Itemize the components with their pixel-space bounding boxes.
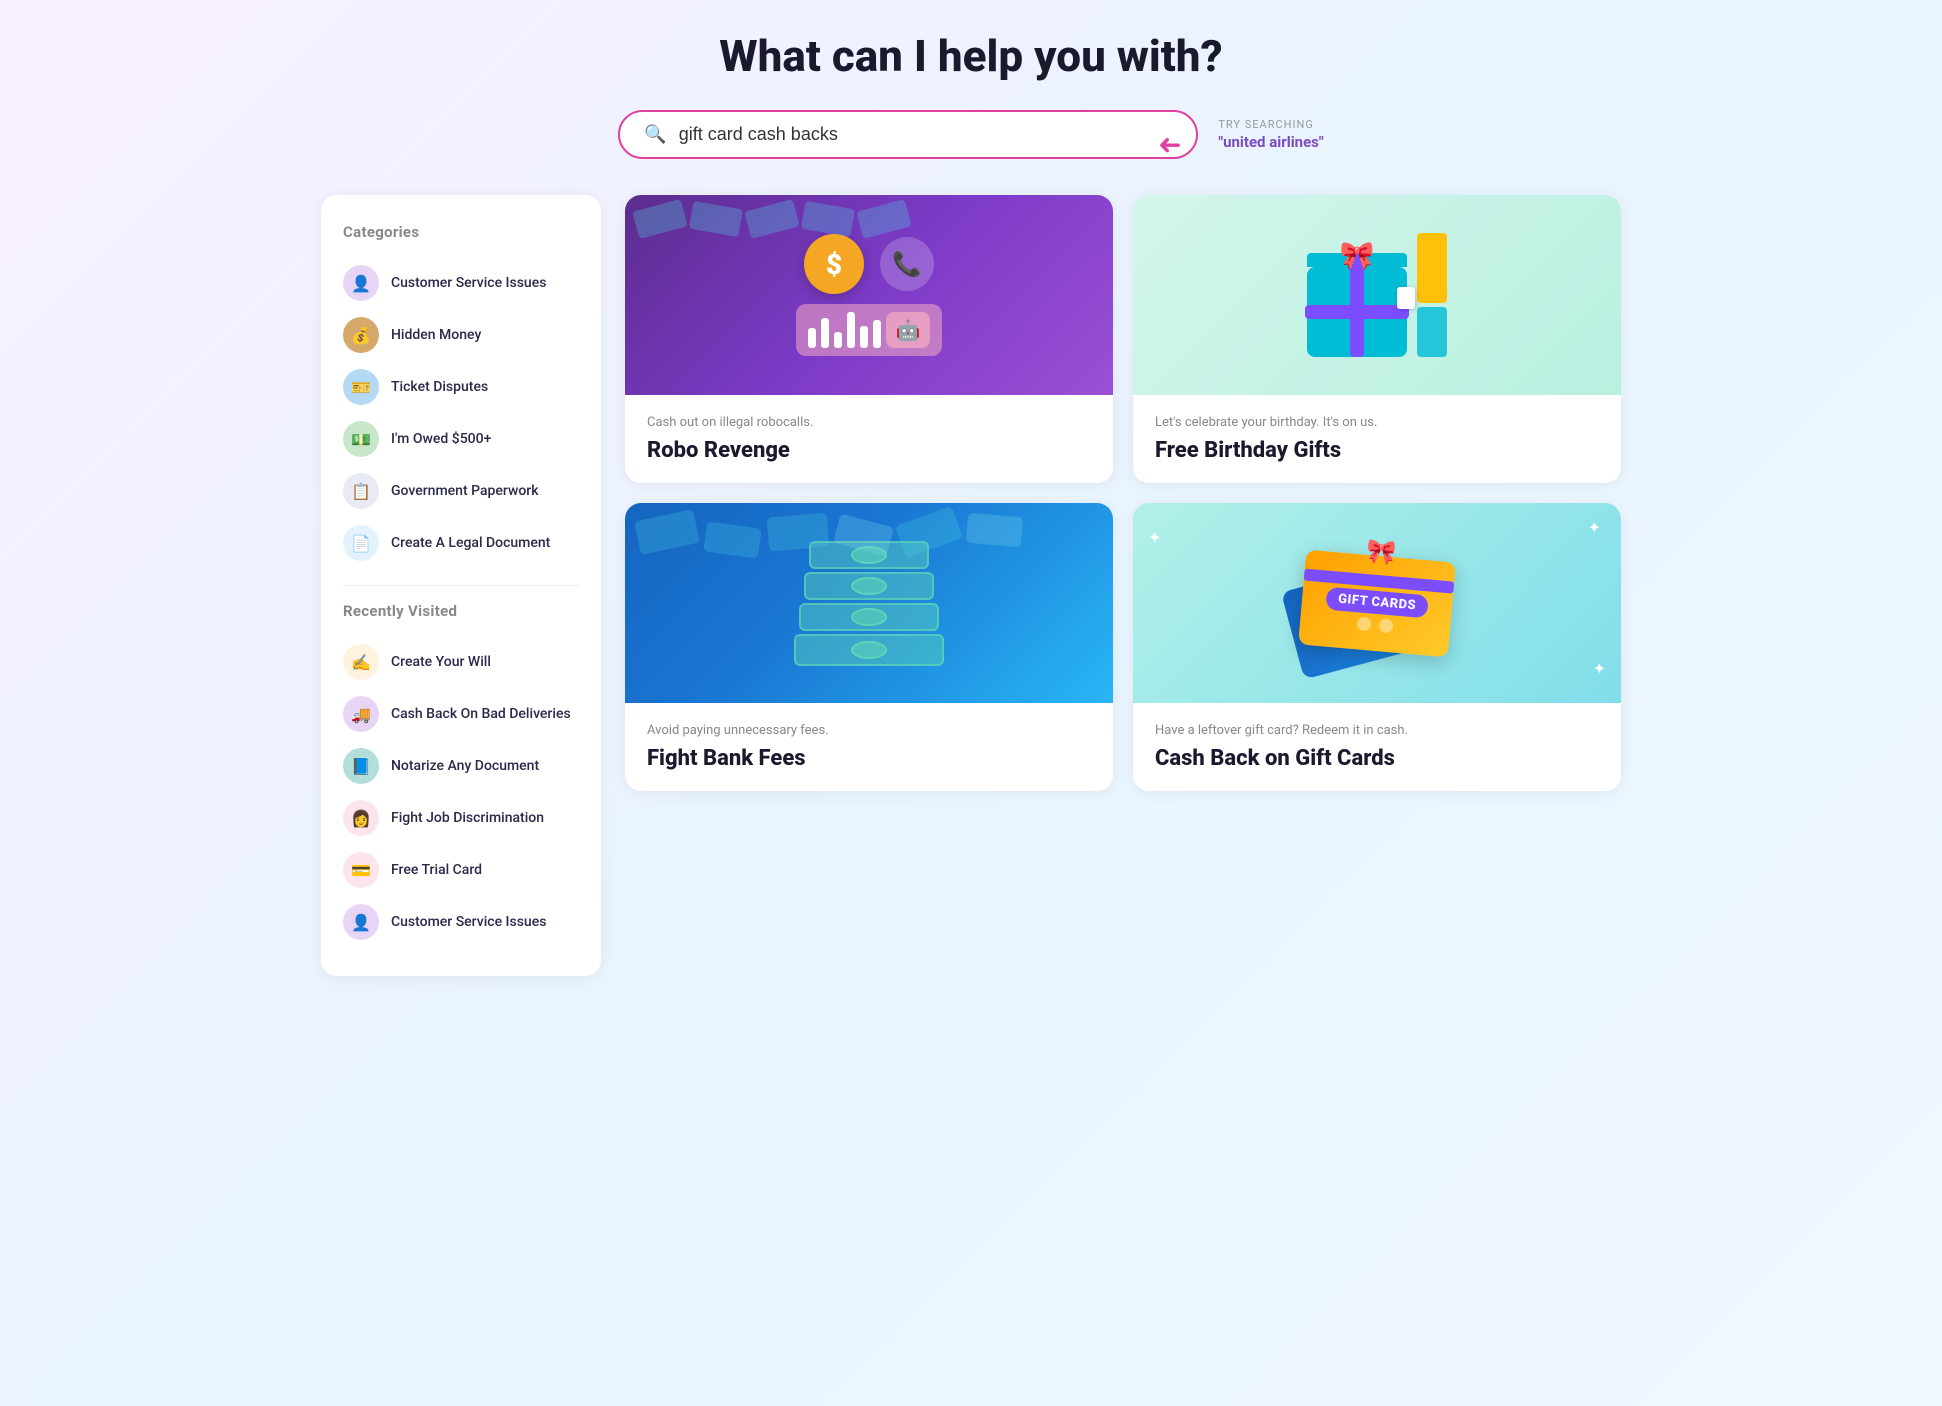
sidebar-item-fight-job-discrimination[interactable]: 👩 Fight Job Discrimination xyxy=(343,792,579,844)
sidebar-label: Notarize Any Document xyxy=(391,757,539,775)
sidebar-label: Free Trial Card xyxy=(391,861,482,879)
card-cash-back-gift-cards-title: Cash Back on Gift Cards xyxy=(1155,746,1599,771)
card-fight-bank-fees-description: Avoid paying unnecessary fees. xyxy=(647,723,1091,738)
giftcard-visual: GIFT CARDS 🎀 ✦ ✦ ✦ xyxy=(1133,503,1621,703)
book-teal xyxy=(1417,307,1447,357)
sidebar-item-cash-back-deliveries[interactable]: 🚚 Cash Back On Bad Deliveries xyxy=(343,688,579,740)
sparkle-3: ✦ xyxy=(1148,528,1161,547)
sparkle-1: ✦ xyxy=(1588,518,1601,537)
card-robo-revenge-body: Cash out on illegal robocalls. Robo Reve… xyxy=(625,395,1113,483)
sidebar-label: Government Paperwork xyxy=(391,482,539,500)
sidebar-item-free-trial-card[interactable]: 💳 Free Trial Card xyxy=(343,844,579,896)
sidebar-label: Customer Service Issues xyxy=(391,913,546,931)
sidebar: Categories 👤 Customer Service Issues 💰 H… xyxy=(321,195,601,976)
card-free-birthday-description: Let's celebrate your birthday. It's on u… xyxy=(1155,415,1599,430)
card-free-birthday-image: 🎀 xyxy=(1133,195,1621,395)
book-yellow xyxy=(1417,233,1447,303)
card-robo-revenge-title: Robo Revenge xyxy=(647,438,1091,463)
card-free-birthday-body: Let's celebrate your birthday. It's on u… xyxy=(1133,395,1621,483)
sidebar-item-customer-service-issues[interactable]: 👤 Customer Service Issues xyxy=(343,257,579,309)
sidebar-label: Ticket Disputes xyxy=(391,378,488,396)
sidebar-icon-cash-back-deliveries: 🚚 xyxy=(343,696,379,732)
sidebar-icon-hidden-money: 💰 xyxy=(343,317,379,353)
bg-decoration xyxy=(625,195,1113,395)
gift-bow: 🎀 xyxy=(1340,239,1375,272)
card-cash-back-gift-cards-description: Have a leftover gift card? Redeem it in … xyxy=(1155,723,1599,738)
card-fight-bank-fees-body: Avoid paying unnecessary fees. Fight Ban… xyxy=(625,703,1113,791)
sidebar-label: Create A Legal Document xyxy=(391,534,550,552)
sidebar-icon-notarize-document: 📘 xyxy=(343,748,379,784)
gift-visual: 🎀 xyxy=(1307,233,1447,357)
gc-circle-1 xyxy=(1357,616,1372,631)
sidebar-icon-customer-service-recent: 👤 xyxy=(343,904,379,940)
categories-title: Categories xyxy=(343,223,579,241)
sidebar-label: I'm Owed $500+ xyxy=(391,430,491,448)
card-robo-revenge-image: $ 📞 🤖 xyxy=(625,195,1113,395)
sidebar-divider xyxy=(343,585,579,586)
page-wrapper: What can I help you with? 🔍 ➜ TRY SEARCH… xyxy=(321,30,1621,976)
arrow-icon: ➜ xyxy=(1158,128,1181,161)
gc-circles xyxy=(1357,616,1394,633)
card-fight-bank-fees[interactable]: Avoid paying unnecessary fees. Fight Ban… xyxy=(625,503,1113,791)
card-free-birthday[interactable]: 🎀 Let's celebrate your birthday. It's on… xyxy=(1133,195,1621,483)
search-area: 🔍 ➜ TRY SEARCHING "united airlines" xyxy=(321,110,1621,159)
sidebar-item-customer-service-issues-recent[interactable]: 👤 Customer Service Issues xyxy=(343,896,579,948)
sidebar-icon-government-paperwork: 📋 xyxy=(343,473,379,509)
money-bg-decoration xyxy=(625,503,1113,703)
sidebar-item-legal-document[interactable]: 📄 Create A Legal Document xyxy=(343,517,579,569)
sidebar-label: Hidden Money xyxy=(391,326,481,344)
card-cash-back-gift-cards[interactable]: GIFT CARDS 🎀 ✦ ✦ ✦ Have a leftove xyxy=(1133,503,1621,791)
try-searching-hint: ➜ TRY SEARCHING "united airlines" xyxy=(1218,118,1323,151)
search-input[interactable] xyxy=(679,124,1173,145)
card-robo-revenge-description: Cash out on illegal robocalls. xyxy=(647,415,1091,430)
gift-box-wrap: 🎀 xyxy=(1307,267,1407,357)
gift-stack xyxy=(1417,233,1447,357)
search-icon: 🔍 xyxy=(644,124,666,145)
sidebar-item-government-paperwork[interactable]: 📋 Government Paperwork xyxy=(343,465,579,517)
gc-badge-label: GIFT CARDS xyxy=(1325,586,1429,618)
sidebar-icon-fight-job-discrimination: 👩 xyxy=(343,800,379,836)
card-fight-bank-fees-title: Fight Bank Fees xyxy=(647,746,1091,771)
sidebar-item-ticket-disputes[interactable]: 🎫 Ticket Disputes xyxy=(343,361,579,413)
sidebar-icon-owed-money: 💵 xyxy=(343,421,379,457)
sidebar-item-create-your-will[interactable]: ✍️ Create Your Will xyxy=(343,636,579,688)
sidebar-item-notarize-document[interactable]: 📘 Notarize Any Document xyxy=(343,740,579,792)
card-free-birthday-title: Free Birthday Gifts xyxy=(1155,438,1599,463)
card-cash-back-gift-cards-body: Have a leftover gift card? Redeem it in … xyxy=(1133,703,1621,791)
gc-ribbon-horizontal xyxy=(1304,568,1454,593)
sidebar-label: Create Your Will xyxy=(391,653,491,671)
card-fight-bank-fees-image xyxy=(625,503,1113,703)
sidebar-label: Fight Job Discrimination xyxy=(391,809,544,827)
content-grid: $ 📞 🤖 xyxy=(625,195,1621,791)
sparkle-2: ✦ xyxy=(1593,659,1606,678)
gc-bow: 🎀 xyxy=(1365,536,1397,566)
sidebar-label: Cash Back On Bad Deliveries xyxy=(391,705,571,723)
try-searching-label: TRY SEARCHING xyxy=(1218,118,1314,131)
sidebar-icon-legal-document: 📄 xyxy=(343,525,379,561)
gc-circle-2 xyxy=(1379,618,1394,633)
gift-tag xyxy=(1397,287,1415,309)
sidebar-label: Customer Service Issues xyxy=(391,274,546,292)
sidebar-item-hidden-money[interactable]: 💰 Hidden Money xyxy=(343,309,579,361)
main-layout: Categories 👤 Customer Service Issues 💰 H… xyxy=(321,195,1621,976)
sidebar-item-owed-money[interactable]: 💵 I'm Owed $500+ xyxy=(343,413,579,465)
sidebar-icon-free-trial-card: 💳 xyxy=(343,852,379,888)
page-title: What can I help you with? xyxy=(321,30,1621,82)
sidebar-icon-customer-service: 👤 xyxy=(343,265,379,301)
sidebar-icon-ticket-disputes: 🎫 xyxy=(343,369,379,405)
sidebar-icon-create-will: ✍️ xyxy=(343,644,379,680)
try-searching-value[interactable]: "united airlines" xyxy=(1218,133,1323,151)
gc-card-main: GIFT CARDS 🎀 xyxy=(1298,549,1456,657)
gift-box-large xyxy=(1307,267,1407,357)
search-bar: 🔍 xyxy=(618,110,1198,159)
card-cash-back-gift-cards-image: GIFT CARDS 🎀 ✦ ✦ ✦ xyxy=(1133,503,1621,703)
recently-visited-title: Recently Visited xyxy=(343,602,579,620)
card-robo-revenge[interactable]: $ 📞 🤖 xyxy=(625,195,1113,483)
